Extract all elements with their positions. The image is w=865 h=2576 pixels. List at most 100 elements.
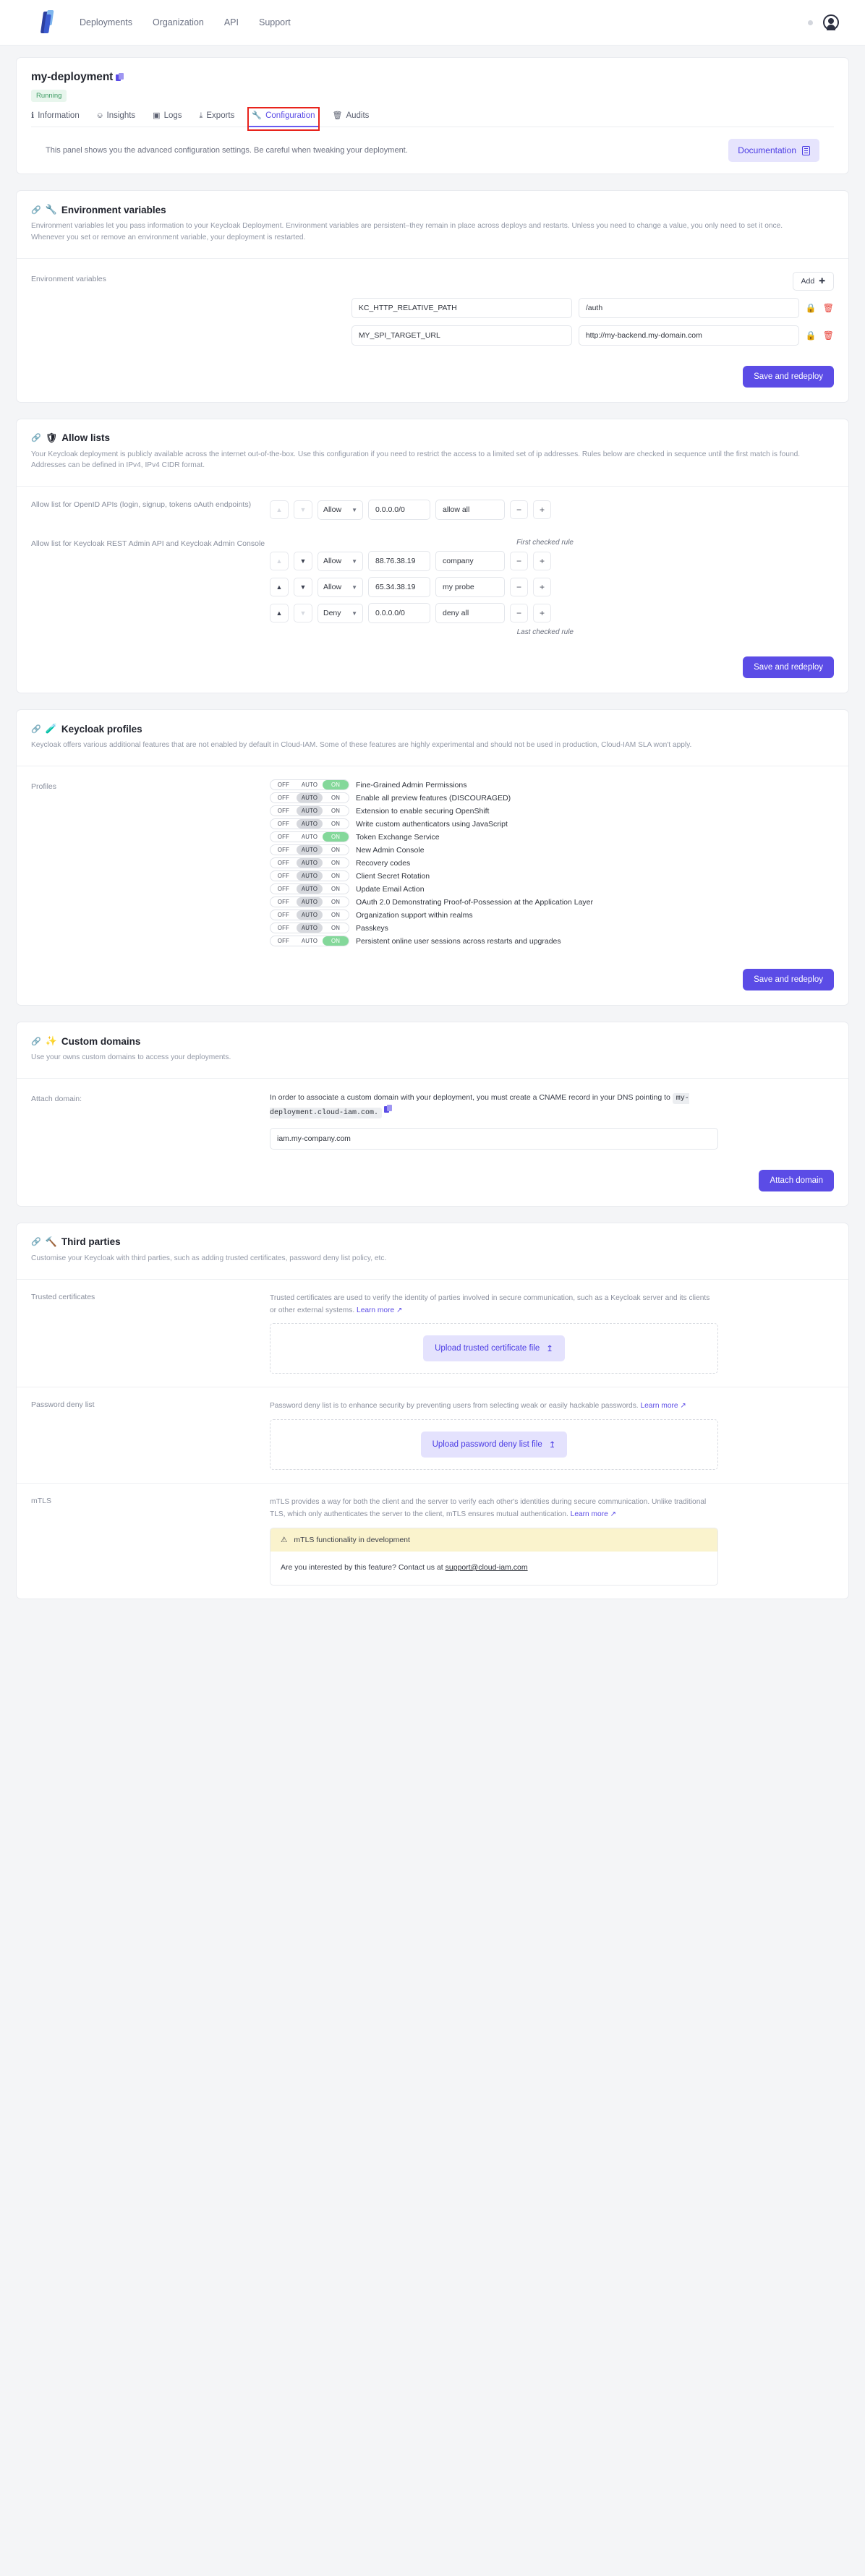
learn-more-link[interactable]: Learn more [640, 1402, 678, 1410]
rule-address-input[interactable] [368, 577, 430, 598]
profile-state-toggle[interactable]: OFF AUTO ON [270, 844, 349, 856]
toggle-option-auto[interactable]: AUTO [297, 910, 323, 920]
anchor-link-icon[interactable]: 🔗 [31, 724, 41, 734]
toggle-option-off[interactable]: OFF [270, 936, 297, 946]
toggle-option-on[interactable]: ON [323, 936, 349, 946]
nav-link-organization[interactable]: Organization [153, 17, 204, 27]
profile-state-toggle[interactable]: OFF AUTO ON [270, 910, 349, 921]
toggle-option-auto[interactable]: AUTO [297, 819, 323, 829]
remove-rule-button[interactable]: − [510, 604, 528, 623]
add-rule-button[interactable]: + [533, 578, 551, 597]
toggle-option-auto[interactable]: AUTO [297, 832, 323, 842]
toggle-option-on[interactable]: ON [323, 897, 349, 907]
add-rule-button[interactable]: + [533, 604, 551, 623]
nav-link-deployments[interactable]: Deployments [80, 17, 132, 27]
toggle-option-off[interactable]: OFF [270, 897, 297, 907]
toggle-option-off[interactable]: OFF [270, 780, 297, 790]
profile-state-toggle[interactable]: OFF AUTO ON [270, 792, 349, 804]
rule-action-select[interactable]: Allow ▼ [318, 500, 363, 520]
password-deny-list-dropzone[interactable]: Upload password deny list file ↥ [270, 1419, 718, 1471]
toggle-option-auto[interactable]: AUTO [297, 793, 323, 803]
profile-state-toggle[interactable]: OFF AUTO ON [270, 818, 349, 830]
rule-address-input[interactable] [368, 603, 430, 624]
tab-exports[interactable]: ⤓ Exports [200, 111, 235, 127]
tab-logs[interactable]: ▣ Logs [153, 111, 182, 127]
lock-icon[interactable]: 🔒 [806, 303, 817, 313]
rule-description-input[interactable] [435, 577, 505, 598]
cloud-iam-logo[interactable] [38, 10, 59, 35]
profile-state-toggle[interactable]: OFF AUTO ON [270, 936, 349, 947]
profile-state-toggle[interactable]: OFF AUTO ON [270, 923, 349, 934]
env-key-input[interactable] [351, 297, 572, 318]
toggle-option-auto[interactable]: AUTO [297, 858, 323, 868]
trusted-certificate-dropzone[interactable]: Upload trusted certificate file ↥ [270, 1323, 718, 1374]
add-rule-button[interactable]: + [533, 500, 551, 520]
upload-trusted-certificate-button[interactable]: Upload trusted certificate file ↥ [423, 1335, 565, 1362]
toggle-option-on[interactable]: ON [323, 845, 349, 855]
profile-state-toggle[interactable]: OFF AUTO ON [270, 779, 349, 791]
rule-address-input[interactable] [368, 551, 430, 572]
toggle-option-on[interactable]: ON [323, 858, 349, 868]
toggle-option-off[interactable]: OFF [270, 793, 297, 803]
anchor-link-icon[interactable]: 🔗 [31, 1237, 41, 1246]
move-up-button[interactable]: ▲ [270, 578, 289, 597]
toggle-option-auto[interactable]: AUTO [297, 897, 323, 907]
save-and-redeploy-button[interactable]: Save and redeploy [743, 656, 834, 679]
tab-insights[interactable]: ⎉ Insights [97, 111, 135, 127]
remove-rule-button[interactable]: − [510, 500, 528, 520]
save-and-redeploy-button[interactable]: Save and redeploy [743, 969, 834, 991]
profile-state-toggle[interactable]: OFF AUTO ON [270, 897, 349, 908]
rule-action-select[interactable]: Allow ▼ [318, 577, 363, 597]
move-down-button[interactable]: ▼ [294, 552, 312, 571]
env-key-input[interactable] [351, 325, 572, 346]
rule-action-select[interactable]: Deny ▼ [318, 603, 363, 623]
save-and-redeploy-button[interactable]: Save and redeploy [743, 365, 834, 388]
rule-action-select[interactable]: Allow ▼ [318, 551, 363, 571]
toggle-option-off[interactable]: OFF [270, 806, 297, 816]
toggle-option-auto[interactable]: AUTO [297, 923, 323, 933]
move-down-button[interactable]: ▼ [294, 578, 312, 597]
avatar[interactable] [823, 14, 839, 30]
toggle-option-on[interactable]: ON [323, 793, 349, 803]
documentation-button[interactable]: Documentation [728, 139, 819, 162]
toggle-option-on[interactable]: ON [323, 871, 349, 881]
anchor-link-icon[interactable]: 🔗 [31, 433, 41, 442]
tab-information[interactable]: ℹ Information [31, 111, 80, 127]
toggle-option-auto[interactable]: AUTO [297, 871, 323, 881]
toggle-option-on[interactable]: ON [323, 910, 349, 920]
toggle-option-on[interactable]: ON [323, 923, 349, 933]
toggle-option-on[interactable]: ON [323, 780, 349, 790]
anchor-link-icon[interactable]: 🔗 [31, 205, 41, 215]
toggle-option-off[interactable]: OFF [270, 832, 297, 842]
learn-more-link[interactable]: Learn more [571, 1510, 608, 1518]
support-email-link[interactable]: support@cloud-iam.com [446, 1563, 528, 1572]
lock-icon[interactable]: 🔒 [806, 330, 817, 341]
toggle-option-off[interactable]: OFF [270, 845, 297, 855]
toggle-option-auto[interactable]: AUTO [297, 806, 323, 816]
remove-rule-button[interactable]: − [510, 578, 528, 597]
env-value-input[interactable] [578, 297, 799, 318]
toggle-option-on[interactable]: ON [323, 819, 349, 829]
env-value-input[interactable] [578, 325, 799, 346]
copy-icon[interactable] [383, 1104, 393, 1114]
profile-state-toggle[interactable]: OFF AUTO ON [270, 870, 349, 882]
nav-link-support[interactable]: Support [259, 17, 291, 27]
copy-icon[interactable] [116, 72, 124, 82]
move-up-button[interactable]: ▲ [270, 500, 289, 520]
tab-configuration[interactable]: 🔧 Configuration [247, 107, 320, 131]
profile-state-toggle[interactable]: OFF AUTO ON [270, 805, 349, 817]
attach-domain-button[interactable]: Attach domain [759, 1169, 834, 1191]
toggle-option-auto[interactable]: AUTO [297, 845, 323, 855]
toggle-option-off[interactable]: OFF [270, 910, 297, 920]
profile-state-toggle[interactable]: OFF AUTO ON [270, 831, 349, 843]
toggle-option-auto[interactable]: AUTO [297, 884, 323, 894]
anchor-link-icon[interactable]: 🔗 [31, 1037, 41, 1046]
learn-more-link[interactable]: Learn more [357, 1306, 394, 1314]
rule-address-input[interactable] [368, 500, 430, 521]
toggle-option-on[interactable]: ON [323, 884, 349, 894]
delete-icon[interactable]: 🗑 [823, 330, 834, 341]
rule-description-input[interactable] [435, 551, 505, 572]
add-env-variable-button[interactable]: Add ✚ [792, 271, 834, 291]
upload-password-deny-list-button[interactable]: Upload password deny list file ↥ [420, 1432, 568, 1458]
delete-icon[interactable]: 🗑 [823, 303, 834, 313]
